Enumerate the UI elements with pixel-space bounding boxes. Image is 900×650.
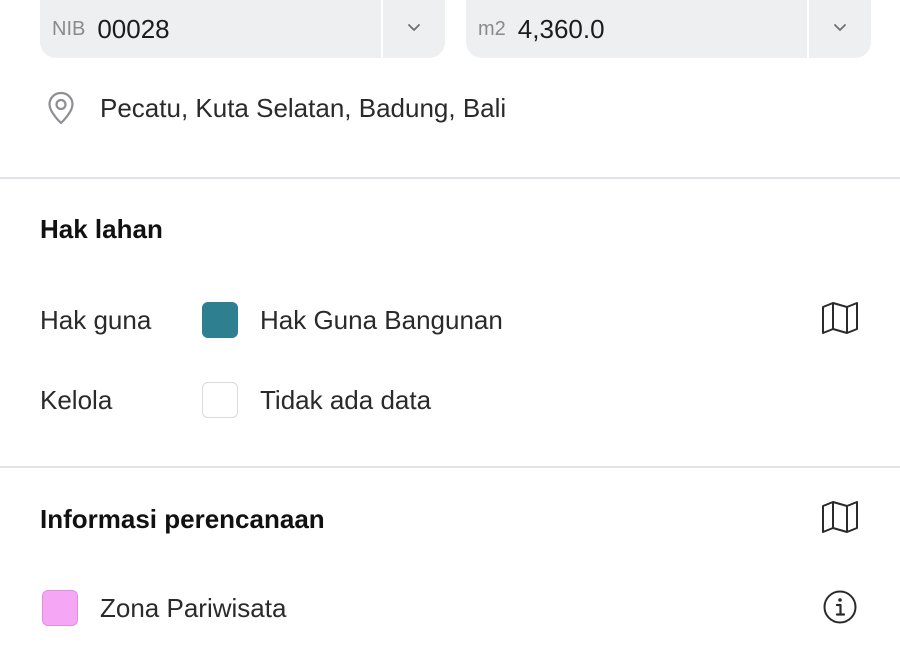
row-value: Tidak ada data: [260, 384, 432, 415]
location-pin-icon: [44, 88, 78, 128]
nib-dropdown-button[interactable]: [383, 0, 445, 58]
map-button[interactable]: [818, 499, 862, 539]
area-selector[interactable]: m2 4,360.0: [466, 0, 871, 58]
area-unit: m2: [478, 17, 506, 40]
map-button[interactable]: [818, 300, 862, 340]
nib-prefix: NIB: [52, 17, 86, 40]
nib-selector[interactable]: NIB 00028: [40, 0, 445, 58]
zone-label: Zona Pariwisata: [100, 592, 287, 623]
color-swatch: [202, 382, 238, 418]
location-text: Pecatu, Kuta Selatan, Badung, Bali: [100, 92, 507, 123]
row-label: Kelola: [40, 384, 113, 415]
zone-color-swatch: [42, 590, 78, 626]
land-info-panel: NIB 00028 m2 4,360.0 Pecatu, Kuta Selata…: [0, 0, 900, 650]
zone-info-button[interactable]: [820, 589, 860, 629]
map-icon: [820, 500, 860, 539]
color-swatch: [202, 302, 238, 338]
nib-field[interactable]: NIB 00028: [40, 0, 381, 58]
chevron-down-icon: [830, 17, 850, 42]
info-icon: [822, 589, 858, 630]
area-value: 4,360.0: [517, 13, 605, 44]
planning-title: Informasi perencanaan: [40, 504, 325, 534]
area-field[interactable]: m2 4,360.0: [466, 0, 807, 58]
land-rights-title: Hak lahan: [40, 214, 163, 244]
zone-row: Zona Pariwisata: [42, 590, 286, 626]
section-divider: [0, 466, 900, 468]
land-right-row-kelola: Kelola Tidak ada data: [40, 380, 431, 420]
chevron-down-icon: [404, 17, 424, 42]
nib-value: 00028: [97, 13, 170, 44]
row-value: Hak Guna Bangunan: [260, 304, 503, 335]
location-row: Pecatu, Kuta Selatan, Badung, Bali: [44, 88, 506, 128]
section-divider: [0, 177, 900, 179]
map-icon: [820, 301, 860, 340]
area-dropdown-button[interactable]: [809, 0, 871, 58]
row-label: Hak guna: [40, 304, 152, 335]
land-right-row-hak-guna: Hak guna Hak Guna Bangunan: [40, 300, 503, 340]
